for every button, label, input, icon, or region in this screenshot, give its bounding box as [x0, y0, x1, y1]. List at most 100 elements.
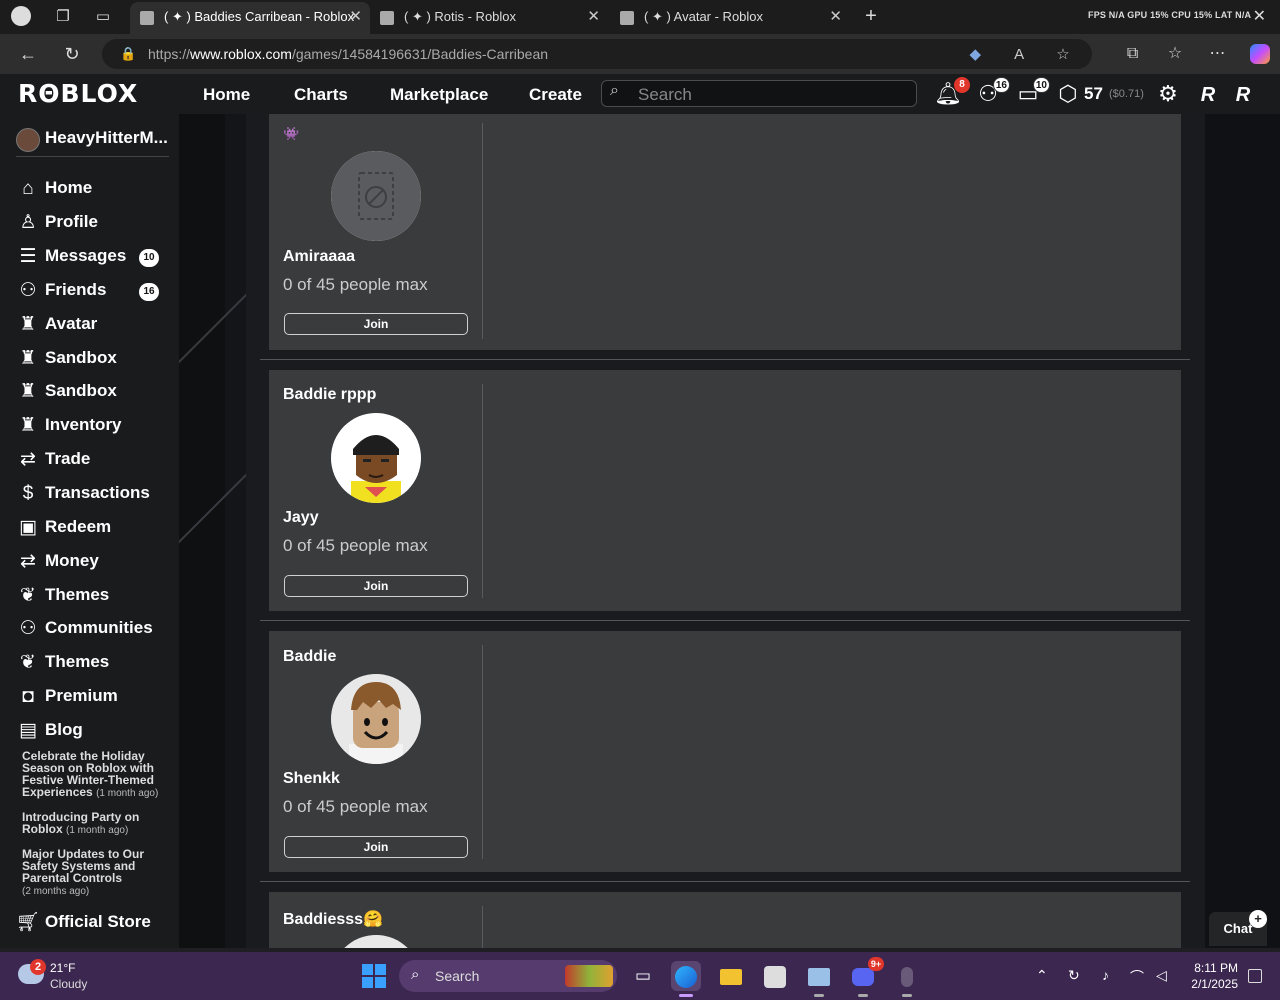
- favorites-icon[interactable]: ☆: [1163, 42, 1187, 66]
- sidebar-item-trade[interactable]: ⇄ Trade: [16, 446, 166, 476]
- sidebar-item-profile[interactable]: ♙ Profile: [16, 209, 166, 239]
- close-tab-icon[interactable]: ✕: [349, 2, 362, 32]
- owner-avatar[interactable]: [331, 674, 421, 764]
- tab-title: ( ✦ ) Baddies Carribean - Roblox: [164, 9, 355, 24]
- join-button[interactable]: Join: [284, 836, 468, 858]
- avatar-icon: ♜: [19, 314, 37, 335]
- tab-title: ( ✦ ) Avatar - Roblox: [644, 9, 764, 24]
- sidebar-item-redeem[interactable]: ▣ Redeem: [16, 514, 166, 544]
- url-field[interactable]: 🔒 https://www.roblox.com/games/145841966…: [102, 39, 1092, 69]
- windows-start-icon[interactable]: [362, 964, 386, 988]
- chevron-up-icon[interactable]: ⌃: [1036, 967, 1048, 984]
- sidebar-item-blog[interactable]: ▤ Blog: [16, 717, 166, 747]
- server-card: Baddie rppp Jayy 0 of 45 people max Join: [269, 370, 1181, 611]
- coupon-tag-icon[interactable]: ◆: [962, 40, 988, 70]
- taskbar-search-label: Search: [435, 968, 480, 984]
- tab-actions-icon[interactable]: ▭: [92, 6, 114, 28]
- profile-icon: ♙: [19, 212, 37, 233]
- nav-charts[interactable]: Charts: [294, 74, 348, 114]
- sandbox-icon: ♜: [19, 348, 37, 369]
- sidebar-item-label: Home: [45, 178, 93, 197]
- extensions-icon[interactable]: ⧉: [1121, 42, 1145, 66]
- extension-r-icon[interactable]: R: [1230, 82, 1256, 108]
- join-button[interactable]: Join: [284, 575, 468, 597]
- blog-post[interactable]: Celebrate the Holiday Season on Roblox w…: [22, 750, 172, 800]
- browser-profile-icon[interactable]: [10, 6, 32, 28]
- volume-icon[interactable]: ◁: [1156, 967, 1167, 984]
- refresh-icon[interactable]: ↻: [60, 42, 84, 66]
- window-close-icon[interactable]: ✕: [1253, 6, 1266, 26]
- clock-date[interactable]: 2/1/2025: [1180, 977, 1238, 991]
- settings-gear-icon[interactable]: ⚙: [1154, 80, 1182, 108]
- taskbar-search[interactable]: ⌕ Search: [399, 960, 617, 992]
- microphone-icon[interactable]: ♪: [1102, 967, 1109, 983]
- join-button[interactable]: Join: [284, 313, 468, 335]
- wifi-icon[interactable]: ⌒: [1130, 967, 1144, 987]
- sidebar-item-transactions[interactable]: $ Transactions: [16, 480, 166, 510]
- sidebar-item-messages[interactable]: ☰ Messages 10: [16, 243, 166, 273]
- messages-icon[interactable]: ▭ 10: [1014, 77, 1050, 108]
- file-explorer-icon[interactable]: [716, 961, 746, 991]
- sidebar-item-communities[interactable]: ⚇ Communities: [16, 615, 166, 645]
- url-actions: ◆ A ☆: [948, 39, 1076, 69]
- roblox-logo[interactable]: RΘBLOX: [18, 79, 138, 108]
- sidebar-user[interactable]: HeavyHitterM...: [16, 126, 176, 154]
- server-capacity: 0 of 45 people max: [283, 275, 428, 294]
- monitor-app-icon[interactable]: [804, 961, 834, 997]
- friends-icon[interactable]: ⚇ 16: [974, 77, 1010, 108]
- search-input[interactable]: [636, 83, 910, 106]
- sidebar-item-sandbox[interactable]: ♜ Sandbox: [16, 345, 166, 375]
- owner-avatar[interactable]: [331, 151, 421, 241]
- task-view-icon[interactable]: ▭: [628, 961, 658, 991]
- tab-title: ( ✦ ) Rotis - Roblox: [404, 9, 517, 24]
- sidebar-item-avatar[interactable]: ♜ Avatar: [16, 311, 166, 341]
- app-icon[interactable]: [892, 961, 922, 997]
- sidebar-item-sandbox[interactable]: ♜ Sandbox: [16, 378, 166, 408]
- count-badge: 10: [139, 249, 159, 267]
- favorite-star-icon[interactable]: ☆: [1050, 40, 1076, 70]
- robux-amount[interactable]: 57: [1084, 84, 1103, 104]
- read-aloud-icon[interactable]: A: [1006, 40, 1032, 70]
- close-tab-icon[interactable]: ✕: [587, 2, 600, 32]
- owner-name[interactable]: Shenkk: [283, 770, 340, 788]
- owner-avatar[interactable]: [331, 413, 421, 503]
- nav-create[interactable]: Create: [529, 74, 582, 114]
- sidebar-item-friends[interactable]: ⚇ Friends 16: [16, 277, 166, 307]
- sidebar-item-home[interactable]: ⌂ Home: [16, 175, 166, 205]
- sidebar-item-themes[interactable]: ❦ Themes: [16, 582, 166, 612]
- edge-browser-icon[interactable]: [671, 961, 701, 997]
- notifications-bell-icon[interactable]: 🔔︎ 8: [934, 77, 970, 108]
- nav-home[interactable]: Home: [203, 74, 250, 114]
- owner-avatar[interactable]: [331, 935, 421, 948]
- owner-name[interactable]: Jayy: [283, 509, 319, 527]
- sidebar-item-official-store[interactable]: 🛒︎ Official Store: [16, 909, 166, 939]
- workspaces-icon[interactable]: ❐: [52, 6, 74, 28]
- new-tab-button[interactable]: +: [860, 4, 882, 28]
- blog-post[interactable]: Introducing Party on Roblox (1 month ago…: [22, 811, 172, 837]
- tab-avatar[interactable]: ( ✦ ) Avatar - Roblox ✕: [610, 2, 850, 34]
- notification-center-icon[interactable]: [1248, 969, 1262, 983]
- extension-r-icon[interactable]: R: [1195, 82, 1221, 108]
- sidebar-item-inventory[interactable]: ♜ Inventory: [16, 412, 166, 442]
- sidebar-item-premium[interactable]: ◘ Premium: [16, 683, 166, 713]
- chat-new-icon[interactable]: +: [1249, 910, 1267, 928]
- copilot-icon[interactable]: [1248, 42, 1272, 66]
- blog-post[interactable]: Major Updates to Our Safety Systems and …: [22, 848, 172, 898]
- tab-rotis[interactable]: ( ✦ ) Rotis - Roblox ✕: [370, 2, 608, 34]
- browser-toolbar-right: ⧉ ☆ ⋯: [1107, 42, 1272, 66]
- clock-time[interactable]: 8:11 PM: [1190, 961, 1238, 975]
- server-capacity: 0 of 45 people max: [283, 536, 428, 555]
- server-card: Baddie Shenkk 0 of 45 people max Join: [269, 631, 1181, 872]
- more-menu-icon[interactable]: ⋯: [1206, 42, 1230, 66]
- sync-icon[interactable]: ↻: [1068, 967, 1080, 984]
- back-icon[interactable]: ←: [16, 42, 40, 66]
- owner-name[interactable]: Amiraaaa: [283, 248, 355, 266]
- close-tab-icon[interactable]: ✕: [829, 2, 842, 32]
- discord-icon[interactable]: 9+: [848, 957, 884, 997]
- robux-icon[interactable]: ⬡: [1054, 80, 1082, 108]
- tab-baddies-carribean[interactable]: ( ✦ ) Baddies Carribean - Roblox ✕: [130, 2, 370, 34]
- app-icon[interactable]: [760, 961, 790, 991]
- sidebar-item-themes[interactable]: ❦ Themes: [16, 649, 166, 679]
- sidebar-item-money[interactable]: ⇄ Money: [16, 548, 166, 578]
- nav-marketplace[interactable]: Marketplace: [390, 74, 488, 114]
